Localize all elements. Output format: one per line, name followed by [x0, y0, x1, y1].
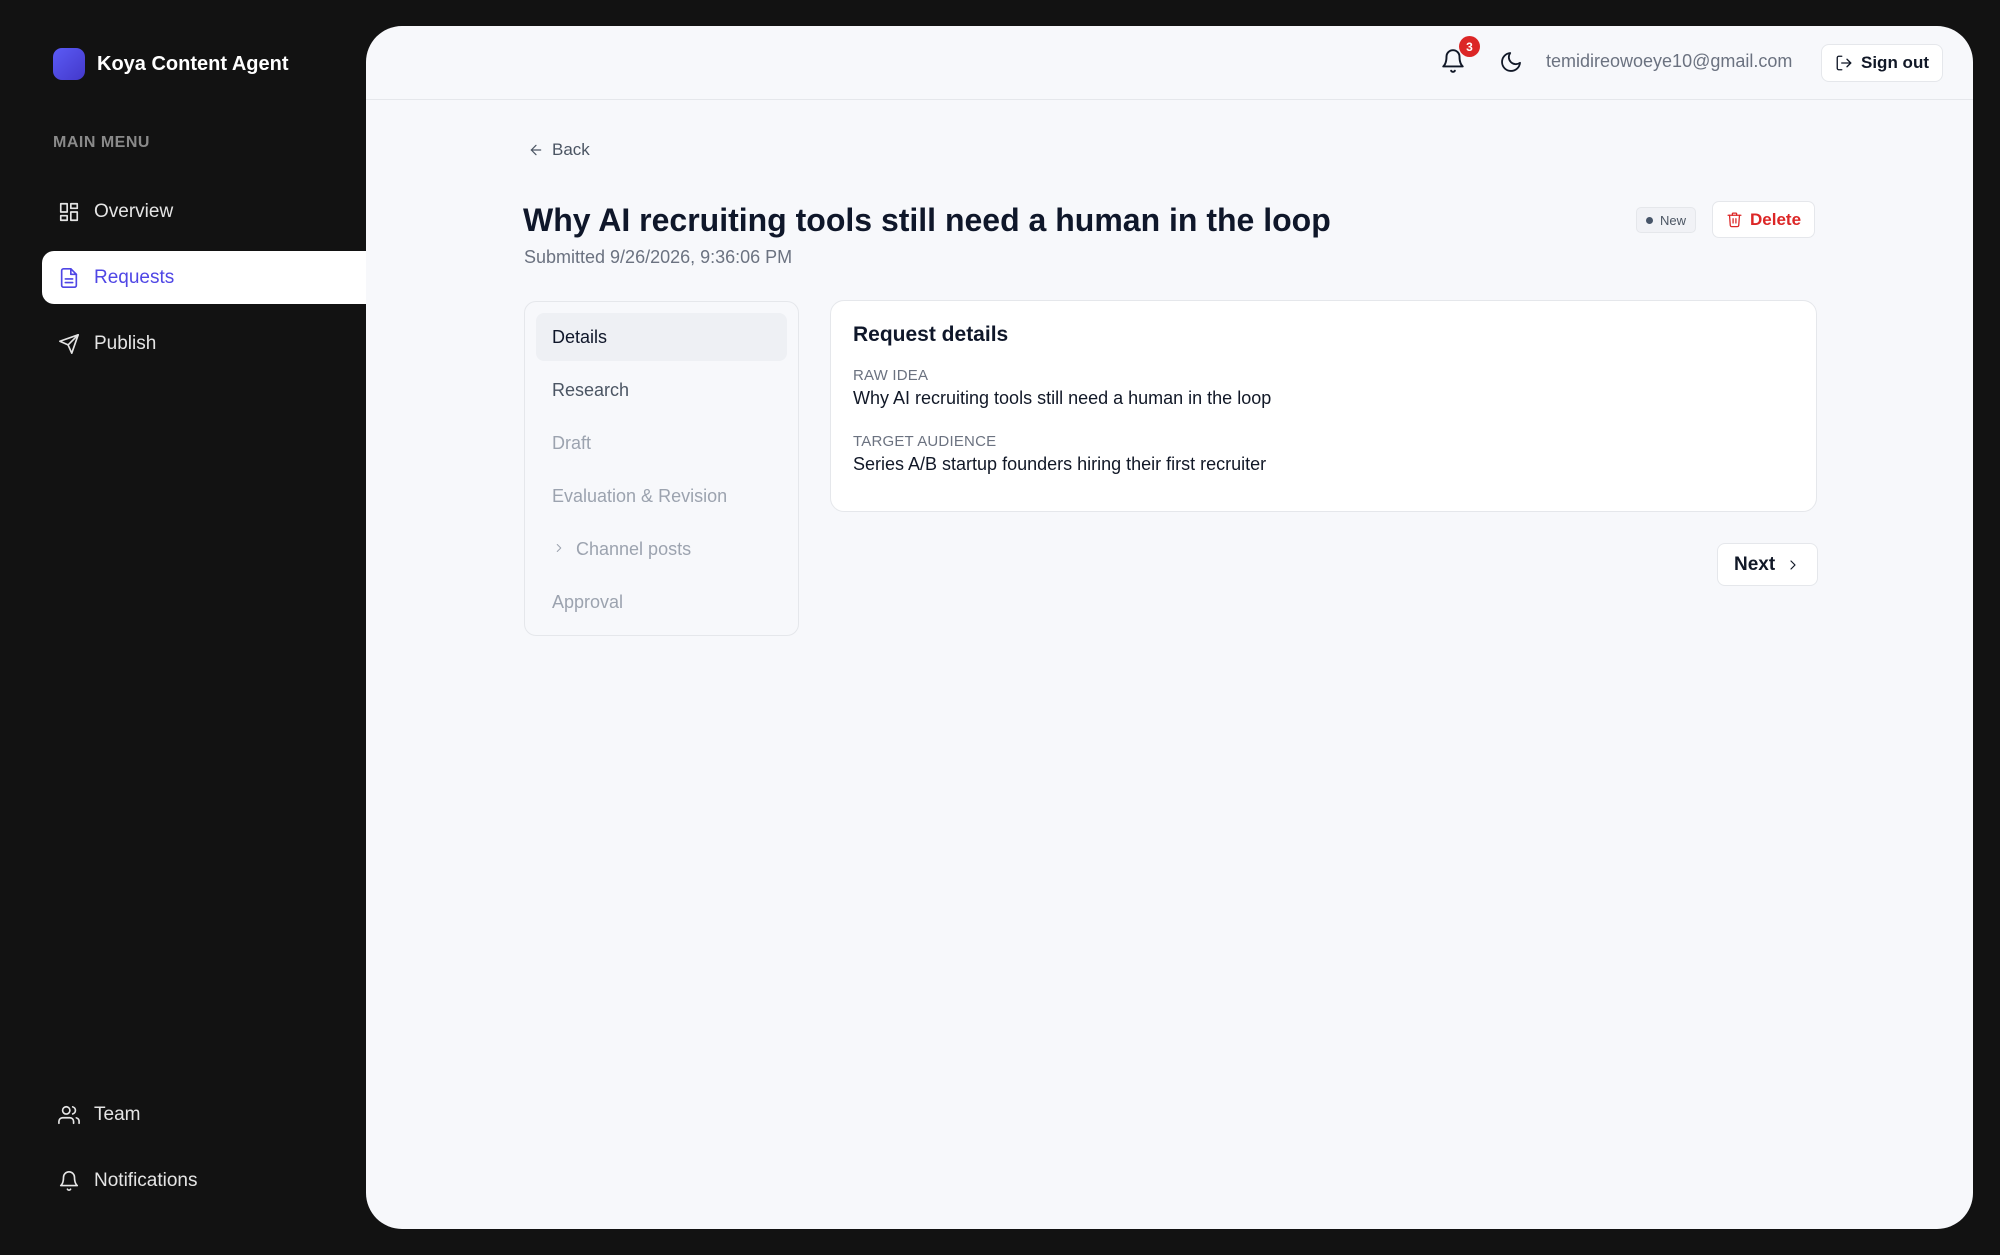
- step-approval: Approval: [536, 578, 787, 626]
- sidebar-item-label: Publish: [94, 332, 157, 354]
- request-details-card: Request details RAW IDEA Why AI recruiti…: [830, 300, 1817, 512]
- page-title: Why AI recruiting tools still need a hum…: [523, 202, 1331, 238]
- chevron-right-icon: [1790, 559, 1796, 570]
- step-label: Approval: [552, 591, 624, 612]
- delete-label: Delete: [1750, 209, 1802, 229]
- sign-out-button[interactable]: Sign out: [1821, 44, 1943, 82]
- users-icon: [58, 1105, 80, 1124]
- grid-icon: [59, 202, 79, 221]
- sign-out-label: Sign out: [1861, 53, 1929, 72]
- raw-idea-label: RAW IDEA: [853, 367, 929, 384]
- sidebar-item-label: Notifications: [94, 1169, 198, 1191]
- arrow-left-icon: [530, 144, 542, 156]
- top-bar: 3 temidireowoeye10@gmail.com Sign out: [366, 26, 1973, 100]
- step-label: Details: [552, 326, 608, 347]
- log-out-icon: [1836, 55, 1852, 71]
- theme-toggle-button[interactable]: [1499, 50, 1523, 74]
- next-label: Next: [1734, 553, 1776, 575]
- submitted-timestamp: Submitted 9/26/2026, 9:36:06 PM: [524, 247, 793, 267]
- trash-icon: [1727, 212, 1742, 228]
- step-label: Channel posts: [576, 538, 692, 559]
- step-evaluation-revision: Evaluation & Revision: [536, 472, 787, 520]
- step-research[interactable]: Research: [536, 366, 787, 414]
- document-icon: [60, 267, 78, 288]
- delete-button[interactable]: Delete: [1712, 201, 1816, 238]
- notification-count-badge: 3: [1459, 36, 1480, 57]
- status-label: New: [1660, 212, 1687, 228]
- step-label: Draft: [552, 432, 592, 453]
- sidebar: Koya Content Agent MAIN MENU Overview Re…: [0, 0, 366, 1255]
- main-menu-label: MAIN MENU: [53, 134, 150, 151]
- target-audience-label: TARGET AUDIENCE: [853, 433, 997, 450]
- brand-logo-icon: [53, 48, 85, 80]
- back-label: Back: [552, 140, 590, 159]
- sidebar-item-requests[interactable]: Requests: [42, 251, 366, 304]
- card-title: Request details: [853, 323, 1009, 346]
- status-dot-icon: [1646, 216, 1653, 224]
- sidebar-item-notifications[interactable]: Notifications: [42, 1154, 366, 1207]
- step-draft: Draft: [536, 419, 787, 467]
- bell-icon: [59, 1170, 79, 1191]
- chevron-right-icon: [552, 539, 566, 560]
- steps-nav: Details Research Draft Evaluation & Revi…: [524, 301, 799, 636]
- sidebar-item-label: Requests: [94, 266, 175, 288]
- sidebar-item-label: Overview: [94, 200, 174, 222]
- moon-icon: [1501, 52, 1521, 72]
- step-label: Research: [552, 379, 630, 400]
- user-email: temidireowoeye10@gmail.com: [1546, 51, 1793, 71]
- status-badge: New: [1636, 207, 1697, 233]
- brand[interactable]: Koya Content Agent: [53, 48, 288, 80]
- raw-idea-value: Why AI recruiting tools still need a hum…: [853, 388, 1272, 408]
- send-icon: [59, 333, 79, 354]
- sidebar-item-overview[interactable]: Overview: [42, 185, 366, 238]
- back-link[interactable]: Back: [528, 140, 590, 160]
- step-details[interactable]: Details: [536, 313, 787, 361]
- step-channel-posts: Channel posts: [536, 525, 787, 573]
- step-label: Evaluation & Revision: [552, 485, 728, 506]
- main-panel: 3 temidireowoeye10@gmail.com Sign out Ba…: [366, 26, 1973, 1229]
- sidebar-item-team[interactable]: Team: [42, 1088, 366, 1141]
- sidebar-item-label: Team: [94, 1103, 141, 1125]
- app-name: Koya Content Agent: [97, 52, 289, 75]
- sidebar-item-publish[interactable]: Publish: [42, 317, 366, 370]
- target-audience-value: Series A/B startup founders hiring their…: [853, 454, 1267, 474]
- next-button[interactable]: Next: [1717, 543, 1819, 586]
